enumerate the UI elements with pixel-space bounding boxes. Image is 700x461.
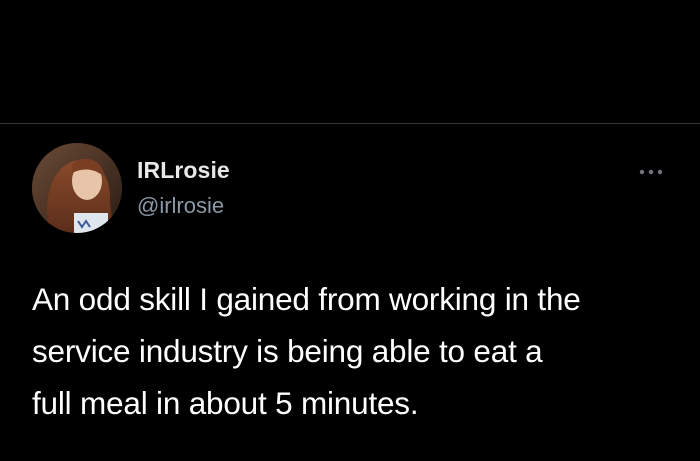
author-handle[interactable]: @irlrosie xyxy=(137,193,224,219)
avatar[interactable] xyxy=(32,143,122,233)
top-blank-area xyxy=(0,0,700,123)
tweet-card[interactable]: IRLrosie @irlrosie An odd skill I gained… xyxy=(0,124,700,461)
tweet-text: An odd skill I gained from working in th… xyxy=(32,273,682,429)
more-options-icon xyxy=(639,169,663,175)
tweet-text-line: full meal in about 5 minutes. xyxy=(32,385,419,421)
tweet-text-line: service industry is being able to eat a xyxy=(32,333,543,369)
author-display-name[interactable]: IRLrosie xyxy=(137,157,230,184)
profile-photo-icon xyxy=(32,143,122,233)
more-options-button[interactable] xyxy=(636,160,666,184)
tweet-text-line: An odd skill I gained from working in th… xyxy=(32,281,581,317)
